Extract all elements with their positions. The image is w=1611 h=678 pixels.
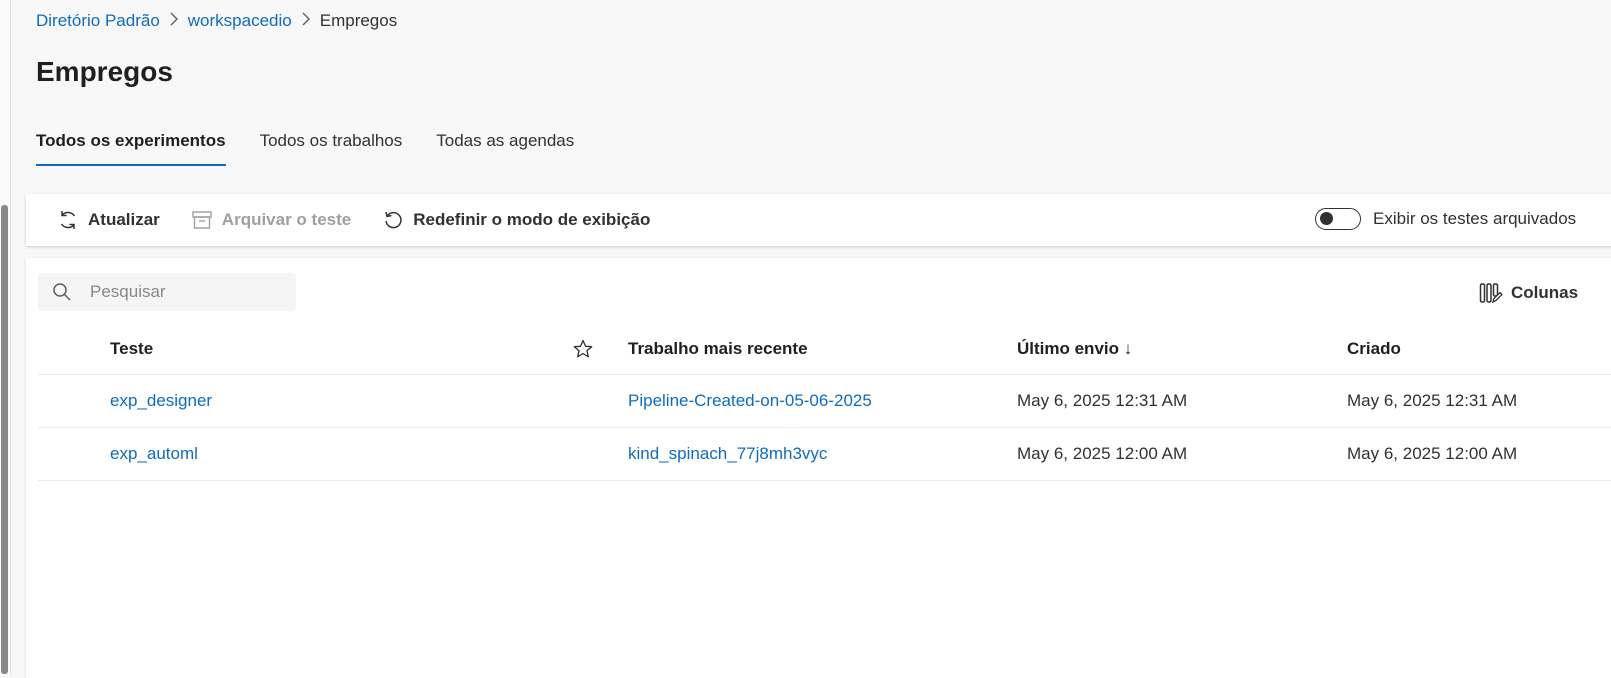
scrollbar-thumb[interactable] (1, 205, 8, 674)
chevron-right-icon (160, 12, 188, 30)
tab-all-jobs[interactable]: Todos os trabalhos (260, 128, 403, 166)
show-archived-toggle-group: Exibir os testes arquivados (1315, 208, 1576, 230)
column-header-latest-job[interactable]: Trabalho mais recente (628, 324, 808, 374)
columns-button[interactable]: Colunas (1479, 282, 1578, 304)
breadcrumb: Diretório Padrão workspacedio Empregos (36, 9, 397, 33)
left-edge-bar (0, 0, 11, 674)
search-icon (52, 281, 74, 303)
refresh-label: Atualizar (88, 210, 160, 229)
columns-edit-icon (1479, 282, 1503, 304)
reset-view-button[interactable]: Redefinir o modo de exibição (381, 208, 650, 232)
table-row[interactable]: exp_designer Pipeline-Created-on-05-06-2… (38, 375, 1611, 428)
created-cell: May 6, 2025 12:31 AM (1347, 391, 1518, 410)
search-input[interactable] (88, 281, 282, 303)
breadcrumb-workspace-link[interactable]: workspacedio (188, 11, 292, 31)
archive-icon (190, 208, 214, 232)
column-header-created[interactable]: Criado (1347, 324, 1401, 374)
reset-view-label: Redefinir o modo de exibição (413, 210, 651, 229)
archive-button[interactable]: Arquivar o teste (190, 208, 351, 232)
show-archived-label: Exibir os testes arquivados (1373, 209, 1577, 228)
refresh-button[interactable]: Atualizar (56, 208, 160, 232)
column-header-last-submitted[interactable]: Último envio ↓ (1017, 324, 1132, 374)
search-box[interactable] (38, 273, 296, 311)
experiments-table: Teste Trabalho mais recente Último envio… (38, 324, 1611, 481)
last-submitted-cell: May 6, 2025 12:00 AM (1017, 444, 1188, 463)
star-icon[interactable] (573, 324, 593, 374)
created-cell: May 6, 2025 12:00 AM (1347, 444, 1518, 463)
latest-job-link[interactable]: Pipeline-Created-on-05-06-2025 (628, 375, 872, 427)
breadcrumb-directory-link[interactable]: Diretório Padrão (36, 11, 160, 31)
chevron-right-icon (292, 12, 320, 30)
archive-label: Arquivar o teste (221, 210, 352, 229)
command-bar: Atualizar Arquivar o teste Redefinir o m… (26, 194, 1611, 246)
tab-all-experiments[interactable]: Todos os experimentos (36, 128, 226, 166)
columns-label: Colunas (1511, 283, 1579, 302)
column-header-name[interactable]: Teste (110, 324, 153, 374)
experiments-panel: Colunas Teste Trabalho mais recente Últi… (26, 258, 1611, 678)
latest-job-link[interactable]: kind_spinach_77j8mh3vyc (628, 428, 827, 480)
reset-icon (381, 208, 405, 232)
refresh-icon (56, 208, 80, 232)
table-row[interactable]: exp_automl kind_spinach_77j8mh3vyc May 6… (38, 428, 1611, 481)
table-header-row: Teste Trabalho mais recente Último envio… (38, 324, 1611, 375)
last-submitted-cell: May 6, 2025 12:31 AM (1017, 391, 1188, 410)
show-archived-toggle[interactable] (1315, 208, 1361, 230)
tab-all-schedules[interactable]: Todas as agendas (436, 128, 574, 166)
toggle-knob (1320, 212, 1333, 225)
breadcrumb-current: Empregos (319, 11, 398, 30)
experiment-name-link[interactable]: exp_automl (110, 428, 198, 480)
experiment-name-link[interactable]: exp_designer (110, 375, 212, 427)
page-title: Empregos (36, 56, 173, 87)
tab-list: Todos os experimentos Todos os trabalhos… (36, 128, 608, 166)
